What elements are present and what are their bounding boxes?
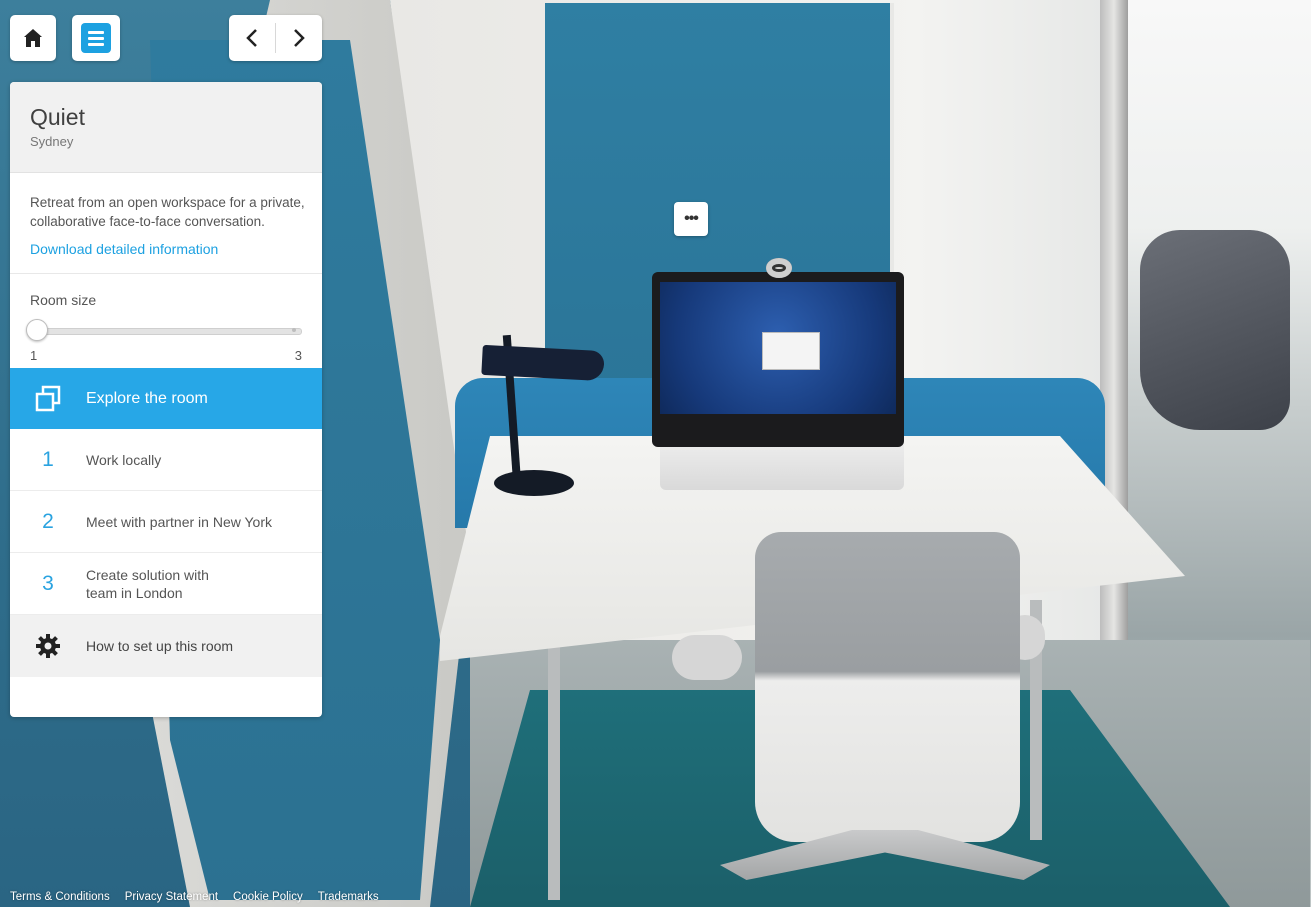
- slider-scale: 1 3: [30, 348, 302, 363]
- step-label: Work locally: [86, 451, 162, 468]
- room-location: Sydney: [30, 134, 74, 149]
- trademarks-link[interactable]: Trademarks: [318, 891, 379, 903]
- office-chair: [755, 532, 1020, 842]
- footer-links: Terms & Conditions Privacy Statement Coo…: [10, 891, 379, 903]
- menu-button[interactable]: [72, 15, 120, 61]
- room-size-slider[interactable]: [26, 319, 302, 341]
- step-item[interactable]: 1 Work locally: [10, 429, 322, 491]
- cookie-policy-link[interactable]: Cookie Policy: [233, 891, 303, 903]
- terms-link[interactable]: Terms & Conditions: [10, 891, 110, 903]
- room-info-panel: Quiet Sydney Retreat from an open worksp…: [10, 82, 322, 717]
- desk-leg: [548, 640, 560, 900]
- step-item[interactable]: 3 Create solution with team in London: [10, 553, 322, 615]
- video-endpoint-monitor: [652, 272, 904, 447]
- scene-navigation: [229, 15, 322, 61]
- copy-squares-icon: [35, 385, 61, 411]
- step-label: Meet with partner in New York: [86, 513, 272, 530]
- slider-track[interactable]: [38, 328, 302, 335]
- home-icon: [24, 29, 42, 47]
- slider-thumb[interactable]: [26, 319, 48, 341]
- step-number: 1: [42, 447, 54, 471]
- step-item[interactable]: 2 Meet with partner in New York: [10, 491, 322, 553]
- slider-end-marker: [292, 328, 296, 332]
- step-number: 2: [42, 509, 54, 533]
- menu-icon: [81, 23, 111, 53]
- monitor-screen: [660, 282, 896, 414]
- download-info-link[interactable]: Download detailed information: [30, 241, 302, 257]
- explore-room-button[interactable]: Explore the room: [10, 368, 322, 429]
- step-label: Create solution with team in London: [86, 566, 209, 601]
- room-description-section: Retreat from an open workspace for a pri…: [10, 173, 322, 274]
- explore-room-label: Explore the room: [86, 389, 208, 407]
- chair-armrest: [672, 635, 742, 680]
- panel-header: Quiet Sydney: [10, 82, 322, 173]
- room-size-label: Room size: [30, 292, 97, 308]
- more-hotspot-button[interactable]: •••: [674, 202, 708, 236]
- home-button[interactable]: [10, 15, 56, 61]
- camera: [766, 258, 792, 278]
- slider-max-label: 3: [294, 348, 302, 363]
- gear-icon: [36, 634, 60, 658]
- screen-dialog: [762, 332, 820, 370]
- setup-room-label: How to set up this room: [86, 638, 234, 654]
- lounge-chair: [1140, 230, 1290, 430]
- lamp-head: [481, 344, 605, 382]
- slider-min-label: 1: [30, 348, 38, 363]
- step-number: 3: [42, 571, 54, 595]
- chevron-right-icon: [294, 29, 305, 47]
- room-size-section: Room size 1 3: [10, 274, 322, 366]
- previous-button[interactable]: [229, 15, 275, 61]
- setup-room-button[interactable]: How to set up this room: [10, 615, 322, 677]
- lamp-base: [494, 470, 574, 496]
- room-title: Quiet: [30, 104, 85, 130]
- chevron-left-icon: [246, 29, 257, 47]
- privacy-link[interactable]: Privacy Statement: [125, 891, 218, 903]
- next-button[interactable]: [276, 15, 322, 61]
- room-description: Retreat from an open workspace for a pri…: [30, 195, 305, 229]
